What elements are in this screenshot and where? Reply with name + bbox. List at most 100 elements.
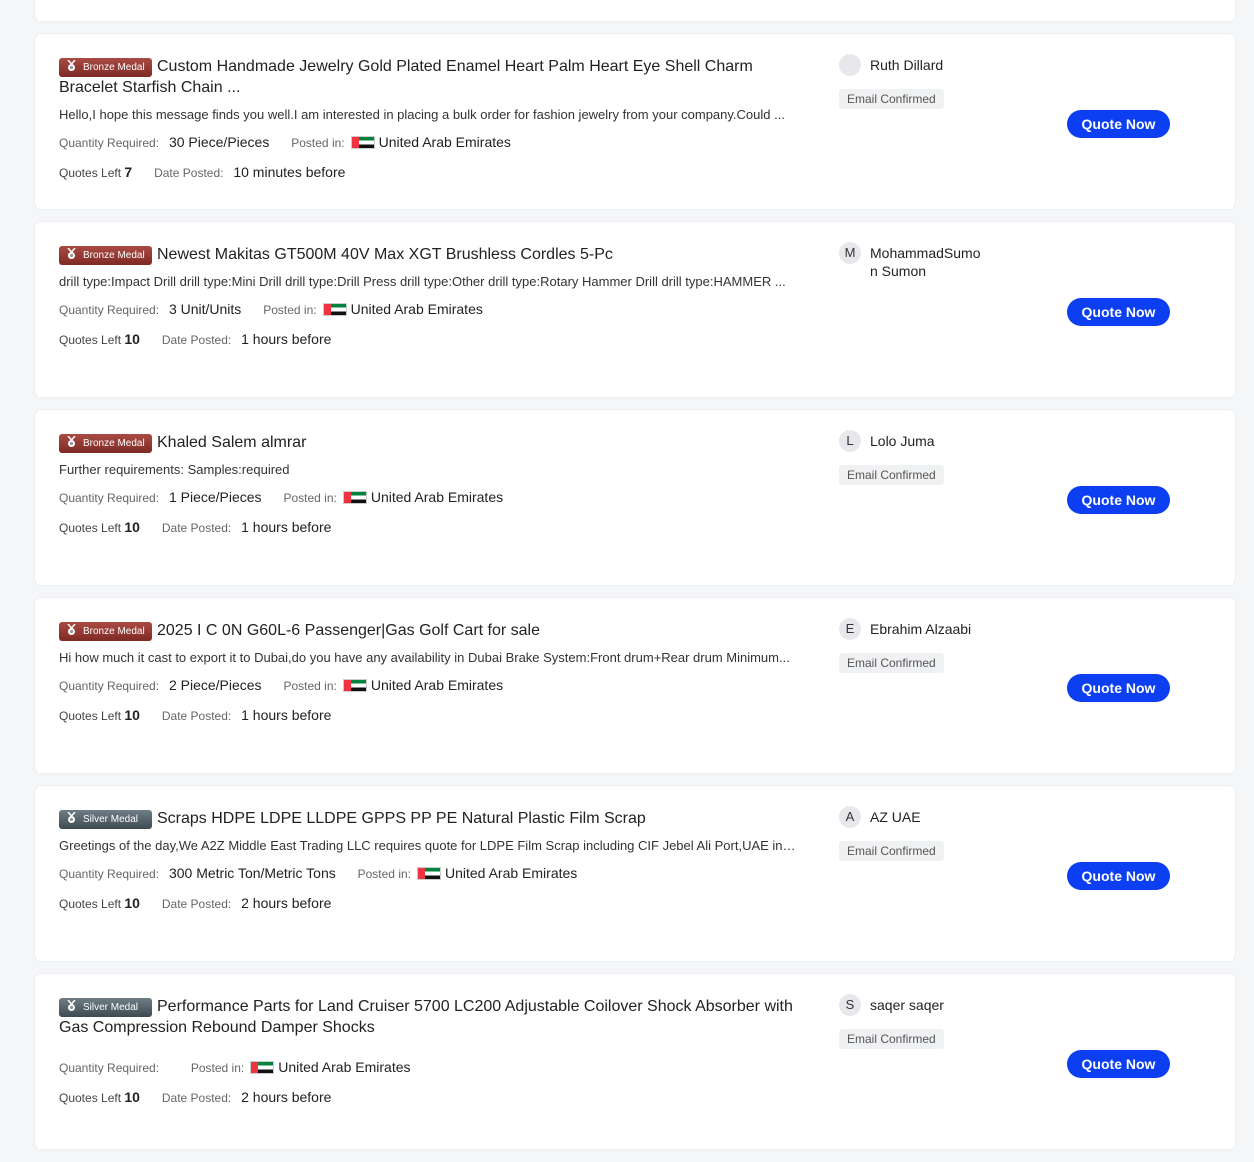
- rfq-title-link[interactable]: 2025 I C 0N G60L-6 Passenger|Gas Golf Ca…: [157, 622, 540, 639]
- email-confirmed-badge: Email Confirmed: [839, 1029, 944, 1049]
- quantity-value: 300 Metric Ton/Metric Tons: [168, 865, 336, 881]
- buyer-avatar: S: [839, 994, 861, 1016]
- buyer-info: A AZ UAE Email Confirmed: [839, 806, 999, 861]
- posted-in-label: Posted in:: [357, 867, 411, 881]
- quotes-left-label: Quotes Left: [59, 897, 122, 911]
- medal-badge: Bronze Medal: [59, 58, 152, 77]
- medal-badge: Bronze Medal: [59, 622, 152, 641]
- quotes-left: Quotes Left 10: [59, 1089, 140, 1105]
- buyer: S saqer saqer: [839, 994, 999, 1016]
- rfq-info: Silver Medal Scraps HDPE LDPE LLDPE GPPS …: [59, 808, 799, 913]
- medal-label: Bronze Medal: [83, 250, 145, 261]
- rfq-title-line: Silver Medal Scraps HDPE LDPE LLDPE GPPS …: [59, 808, 799, 829]
- quotes-left-value: 10: [124, 707, 140, 723]
- posted-in-label: Posted in:: [190, 1061, 245, 1075]
- rfq-title-line: Bronze Medal Khaled Salem almrar: [59, 432, 799, 453]
- country-name: United Arab Emirates: [370, 489, 504, 505]
- date-posted-label: Date Posted:: [161, 897, 232, 911]
- quotes-left-value: 10: [124, 519, 140, 535]
- rfq-quotes-row: Quotes Left 10 Date Posted: 2 hours befo…: [59, 894, 799, 913]
- buyer-info: L Lolo Juma Email Confirmed: [839, 430, 999, 485]
- quantity-label: Quantity Required:: [59, 1061, 160, 1075]
- email-confirmed-badge: Email Confirmed: [839, 89, 944, 109]
- buyer-info: Ruth Dillard Email Confirmed: [839, 54, 999, 109]
- rfq-description: Hello,I hope this message finds you well…: [59, 107, 785, 122]
- rfq-card-1: Bronze MedalZinc Alloy Fashion Jewelry L…: [35, 0, 1235, 21]
- rfq-description: Further requirements: Samples:required: [59, 462, 290, 477]
- quote-now-button[interactable]: Quote Now: [1067, 1050, 1170, 1078]
- quotes-left-label: Quotes Left: [59, 521, 122, 535]
- buyer: M MohammadSumon Sumon: [839, 242, 999, 280]
- medal-icon: [67, 436, 76, 447]
- posted-in-label: Posted in:: [291, 136, 345, 150]
- quote-now-button[interactable]: Quote Now: [1067, 674, 1170, 702]
- rfq-quantity-row: Quantity Required: 1 Piece/Pieces Posted…: [59, 488, 799, 507]
- rfq-card-5: Bronze Medal 2025 I C 0N G60L-6 Passenger…: [35, 598, 1235, 773]
- date-posted-label: Date Posted:: [161, 709, 232, 723]
- uae-flag-icon: [417, 867, 441, 880]
- uae-flag-icon: [350, 136, 375, 149]
- quote-now-button[interactable]: Quote Now: [1067, 862, 1170, 890]
- rfq-quotes-row: Quotes Left 7 Date Posted: 10 minutes be…: [59, 163, 799, 182]
- quantity-value: 30 Piece/Pieces: [168, 134, 270, 150]
- quotes-left-label: Quotes Left: [59, 333, 122, 347]
- rfq-quantity-row: Quantity Required: 2 Piece/Pieces Posted…: [59, 676, 799, 695]
- buyer-name: Ebrahim Alzaabi: [870, 621, 972, 637]
- uae-flag-icon: [250, 1061, 275, 1074]
- quantity-label: Quantity Required:: [59, 303, 160, 317]
- quotes-left-value: 10: [124, 1089, 140, 1105]
- medal-label: Bronze Medal: [83, 62, 145, 73]
- rfq-title-link[interactable]: Custom Handmade Jewelry Gold Plated Enam…: [59, 58, 753, 96]
- date-posted-value: 10 minutes before: [233, 164, 346, 180]
- date-posted-value: 1 hours before: [241, 519, 332, 535]
- buyer-name: MohammadSumon Sumon: [870, 245, 981, 279]
- rfq-title-link[interactable]: Scraps HDPE LDPE LLDPE GPPS PP PE Natura…: [157, 810, 646, 827]
- quotes-left-label: Quotes Left: [59, 1091, 122, 1105]
- rfq-list: Bronze MedalZinc Alloy Fashion Jewelry L…: [35, 0, 1235, 1162]
- rfq-info: Silver Medal Performance Parts for Land C…: [59, 996, 799, 1107]
- buyer-info: E Ebrahim Alzaabi Email Confirmed: [839, 618, 999, 673]
- rfq-title-link[interactable]: Performance Parts for Land Cruiser 5700 …: [59, 998, 793, 1036]
- buyer-avatar: A: [839, 806, 861, 828]
- rfq-info: Bronze Medal 2025 I C 0N G60L-6 Passenger…: [59, 620, 799, 725]
- buyer-avatar: M: [839, 242, 861, 264]
- date-posted-label: Date Posted:: [161, 333, 232, 347]
- quote-now-button[interactable]: Quote Now: [1067, 486, 1170, 514]
- quantity-label: Quantity Required:: [59, 679, 160, 693]
- buyer-avatar: L: [839, 430, 861, 452]
- rfq-quotes-row: Quotes Left 10 Date Posted: 2 hours befo…: [59, 1088, 799, 1107]
- quantity-label: Quantity Required:: [59, 136, 160, 150]
- date-posted-value: 2 hours before: [241, 895, 332, 911]
- rfq-title-line: Bronze Medal Custom Handmade Jewelry Gold…: [59, 56, 799, 98]
- rfq-quantity-row: Quantity Required: 30 Piece/Pieces Poste…: [59, 133, 799, 152]
- rfq-info: Bronze Medal Newest Makitas GT500M 40V Ma…: [59, 244, 799, 349]
- quotes-left-value: 7: [124, 164, 133, 180]
- buyer-name: AZ UAE: [870, 809, 921, 825]
- medal-badge: Silver Medal: [59, 810, 152, 829]
- rfq-card-7: Silver Medal Performance Parts for Land C…: [35, 974, 1235, 1149]
- rfq-card-2: Bronze Medal Custom Handmade Jewelry Gold…: [35, 34, 1235, 209]
- country-name: United Arab Emirates: [278, 1059, 411, 1075]
- uae-flag-icon: [342, 679, 367, 692]
- rfq-info: Bronze Medal Khaled Salem almrar Further …: [59, 432, 799, 537]
- rfq-quantity-row: Quantity Required: Posted in: United Arab…: [59, 1058, 799, 1077]
- rfq-title-line: Bronze Medal 2025 I C 0N G60L-6 Passenger…: [59, 620, 799, 641]
- quantity-label: Quantity Required:: [59, 867, 160, 881]
- rfq-title-link[interactable]: Khaled Salem almrar: [157, 434, 306, 451]
- quote-now-button[interactable]: Quote Now: [1067, 298, 1170, 326]
- country-name: United Arab Emirates: [370, 677, 504, 693]
- posted-in-label: Posted in:: [263, 303, 317, 317]
- rfq-title-line: Bronze Medal Newest Makitas GT500M 40V Ma…: [59, 244, 799, 265]
- medal-label: Bronze Medal: [83, 438, 145, 449]
- quotes-left-value: 10: [124, 895, 140, 911]
- uae-flag-icon: [342, 491, 367, 504]
- buyer-avatar: [839, 54, 861, 76]
- quotes-left-label: Quotes Left: [59, 709, 122, 723]
- rfq-title-link[interactable]: Newest Makitas GT500M 40V Max XGT Brushl…: [157, 246, 613, 263]
- quotes-left: Quotes Left 7: [59, 164, 133, 180]
- quote-now-button[interactable]: Quote Now: [1067, 110, 1170, 138]
- quantity-value: 2 Piece/Pieces: [168, 677, 262, 693]
- email-confirmed-badge: Email Confirmed: [839, 653, 944, 673]
- medal-icon: [67, 248, 76, 259]
- quantity-value: 1 Piece/Pieces: [168, 489, 262, 505]
